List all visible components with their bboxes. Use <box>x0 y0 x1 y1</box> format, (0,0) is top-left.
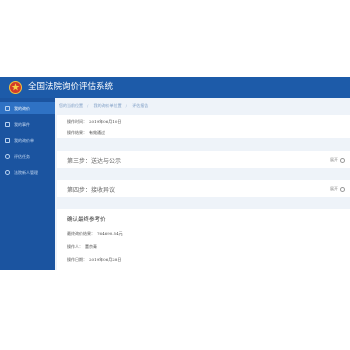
sidebar: 我的询价 我的事件 我的询价单 评估任务 法院新人管理 <box>0 98 55 270</box>
section-title: 确认最终参考价 <box>67 217 106 223</box>
chevron-down-icon <box>340 186 345 192</box>
operation-record-card: 操作时间： 2019年06月10日 操作结果： 有效通过 <box>57 115 350 138</box>
breadcrumb-item: 评估报告 <box>132 103 149 108</box>
breadcrumb-separator: / <box>125 103 127 108</box>
sidebar-item-court-staff[interactable]: 法院新人管理 <box>0 166 55 178</box>
final-reference-price-card: 确认最终参考价 最终询价结果： 764690.54元 操作人： 董京青 操作日期： 2… <box>57 209 350 270</box>
final-inquiry-result-row: 最终询价结果： 764690.54元 <box>67 231 123 236</box>
operation-result-row: 操作结果： 有效通过 <box>67 130 105 135</box>
user-icon <box>5 169 10 175</box>
calendar-icon <box>5 121 10 127</box>
task-icon <box>5 153 10 159</box>
step-title: 第四步：接收异议 <box>67 187 116 194</box>
sidebar-item-assessment-tasks[interactable]: 评估任务 <box>0 150 55 162</box>
sidebar-item-my-inquiry-orders[interactable]: 我的询价单 <box>0 134 55 146</box>
sidebar-item-label: 我的询价单 <box>14 137 34 143</box>
expand-button[interactable]: 展开 <box>330 186 345 192</box>
operation-date-row: 操作日期： 2019年06月28日 <box>67 257 122 262</box>
operator-row: 操作人： 董京青 <box>67 244 97 249</box>
operation-time-row: 操作时间： 2019年06月10日 <box>67 119 122 124</box>
main-content: 您的当前位置 / 我的询价单位置 / 评估报告 操作时间： 2019年06月10日 操… <box>55 98 350 270</box>
sidebar-item-my-inquiry[interactable]: 我的询价 <box>0 102 55 114</box>
document-icon <box>5 105 10 111</box>
app-window: 全国法院询价评估系统 我的询价 我的事件 我的询价单 评估任务 法院新人管理 您… <box>0 77 350 270</box>
sidebar-item-label: 我的询价 <box>14 105 30 111</box>
top-header: 全国法院询价评估系统 <box>0 77 350 98</box>
sidebar-item-label: 评估任务 <box>14 153 30 159</box>
court-emblem-icon <box>9 81 22 94</box>
app-title: 全国法院询价评估系统 <box>28 82 114 92</box>
list-icon <box>5 137 10 143</box>
breadcrumb: 您的当前位置 / 我的询价单位置 / 评估报告 <box>59 103 152 109</box>
step-four-card: 第四步：接收异议 展开 <box>57 180 350 197</box>
sidebar-item-my-events[interactable]: 我的事件 <box>0 118 55 130</box>
breadcrumb-item[interactable]: 您的当前位置 <box>59 103 83 108</box>
sidebar-item-label: 法院新人管理 <box>14 169 38 175</box>
step-title: 第三步：送达与公示 <box>67 158 122 165</box>
step-three-card: 第三步：送达与公示 展开 <box>57 151 350 168</box>
expand-button[interactable]: 展开 <box>330 157 345 163</box>
chevron-down-icon <box>340 157 345 163</box>
breadcrumb-separator: / <box>87 103 89 108</box>
sidebar-item-label: 我的事件 <box>14 121 30 127</box>
breadcrumb-item[interactable]: 我的询价单位置 <box>94 103 122 108</box>
